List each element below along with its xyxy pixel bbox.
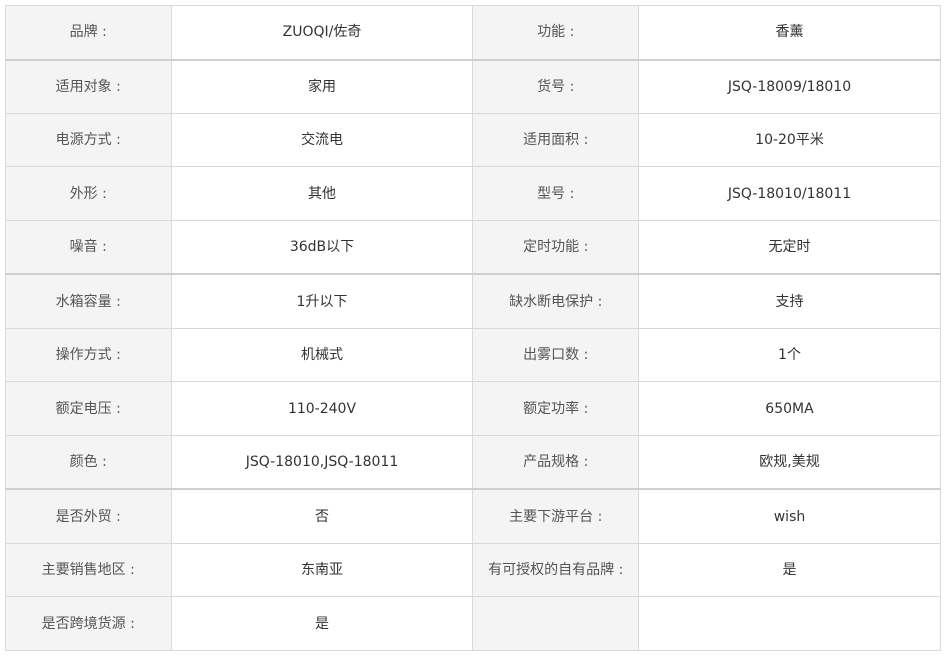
attribute-value: 无定时 [638,219,941,275]
attribute-label: 缺水断电保护 : [472,273,639,329]
attribute-value: 是 [170,596,474,651]
attribute-value: JSQ-18009/18010 [638,58,941,114]
attribute-value: 其他 [170,166,474,221]
attribute-label: 定时功能 : [472,219,639,275]
attribute-label: 货号 : [472,58,639,114]
attribute-label: 电源方式 : [5,112,172,168]
attribute-label: 外形 : [5,166,172,221]
table-row: 颜色 : JSQ-18010,JSQ-18011 产品规格 : 欧规,美规 [5,434,941,490]
table-row: 是否跨境货源 : 是 [5,596,941,651]
table-row: 外形 : 其他 型号 : JSQ-18010/18011 [5,166,941,221]
attribute-label: 主要销售地区 : [5,542,172,598]
attribute-label: 主要下游平台 : [472,488,639,544]
attribute-label: 是否跨境货源 : [5,596,172,651]
attribute-label: 水箱容量 : [5,273,172,329]
attribute-label: 型号 : [472,166,639,221]
attribute-value: 10-20平米 [638,112,941,168]
table-row: 是否外贸 : 否 主要下游平台 : wish [5,488,941,544]
attribute-value: 香薰 [638,5,941,60]
attribute-value: ZUOQI/佐奇 [170,5,474,60]
product-attributes-table: 品牌 : ZUOQI/佐奇 功能 : 香薰 适用对象 : 家用 货号 : JSQ… [5,5,941,651]
attribute-value: 机械式 [170,327,474,383]
attribute-value: 家用 [170,58,474,114]
attribute-value: 欧规,美规 [638,434,941,490]
attribute-value: JSQ-18010/18011 [638,166,941,221]
attribute-value: 交流电 [170,112,474,168]
attribute-value: 支持 [638,273,941,329]
attribute-label: 额定电压 : [5,381,172,436]
table-row: 主要销售地区 : 东南亚 有可授权的自有品牌 : 是 [5,542,941,598]
attribute-value: JSQ-18010,JSQ-18011 [170,434,474,490]
attribute-label: 产品规格 : [472,434,639,490]
empty-value-cell [638,596,941,651]
attribute-value: 否 [170,488,474,544]
attribute-value: 1升以下 [170,273,474,329]
table-row: 水箱容量 : 1升以下 缺水断电保护 : 支持 [5,273,941,329]
attribute-label: 功能 : [472,5,639,60]
attribute-value: 110-240V [170,381,474,436]
table-row: 额定电压 : 110-240V 额定功率 : 650MA [5,381,941,436]
attribute-label: 出雾口数 : [472,327,639,383]
attribute-label: 适用面积 : [472,112,639,168]
table-row: 电源方式 : 交流电 适用面积 : 10-20平米 [5,112,941,168]
attribute-value: 东南亚 [170,542,474,598]
attribute-label: 颜色 : [5,434,172,490]
attribute-label: 是否外贸 : [5,488,172,544]
table-row: 操作方式 : 机械式 出雾口数 : 1个 [5,327,941,383]
table-row: 适用对象 : 家用 货号 : JSQ-18009/18010 [5,58,941,114]
empty-label-cell [472,596,639,651]
attribute-label: 操作方式 : [5,327,172,383]
attribute-value: wish [638,488,941,544]
attribute-value: 36dB以下 [170,219,474,275]
attributes-body: 品牌 : ZUOQI/佐奇 功能 : 香薰 适用对象 : 家用 货号 : JSQ… [5,5,941,651]
attribute-label: 噪音 : [5,219,172,275]
attribute-label: 额定功率 : [472,381,639,436]
attribute-label: 适用对象 : [5,58,172,114]
attribute-value: 是 [638,542,941,598]
attribute-label: 有可授权的自有品牌 : [472,542,639,598]
table-row: 品牌 : ZUOQI/佐奇 功能 : 香薰 [5,5,941,60]
attribute-label: 品牌 : [5,5,172,60]
table-row: 噪音 : 36dB以下 定时功能 : 无定时 [5,219,941,275]
attribute-value: 1个 [638,327,941,383]
attribute-value: 650MA [638,381,941,436]
